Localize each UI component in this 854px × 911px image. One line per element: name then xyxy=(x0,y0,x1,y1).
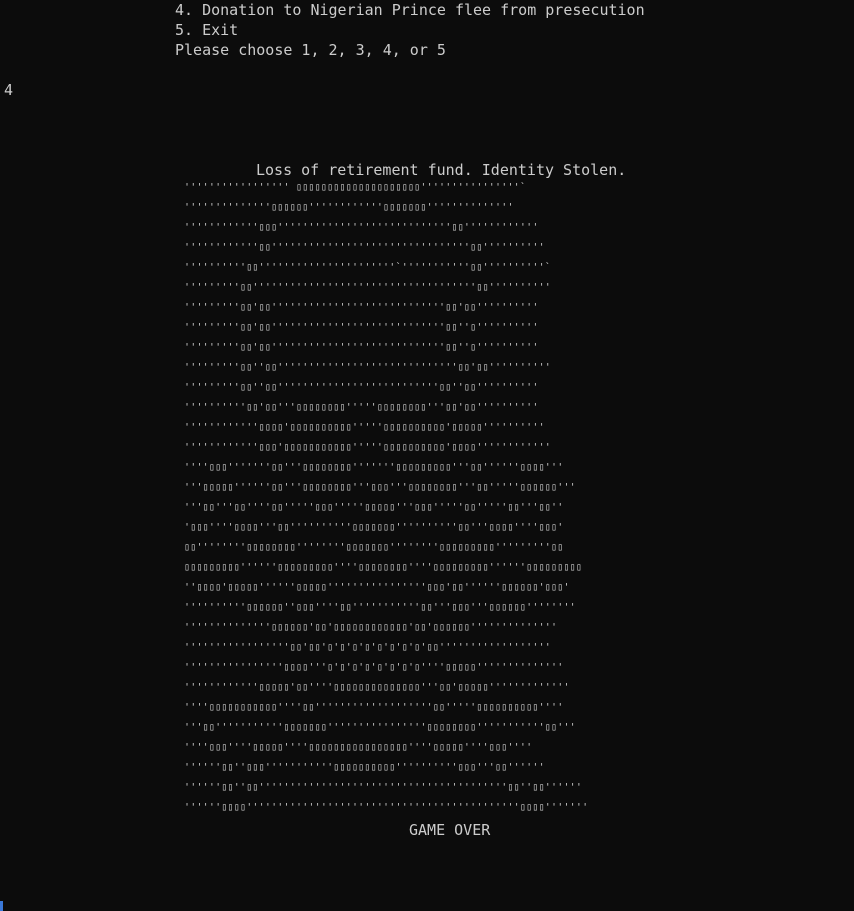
menu-option-4: 4. Donation to Nigerian Prince flee from… xyxy=(175,1,645,19)
ascii-art-row: ''''''''''▯▯''''''''''''''''''''''`'''''… xyxy=(184,262,552,273)
ascii-art-row: ''''''''''''▯▯▯'▯▯▯▯▯▯▯▯▯▯▯'''''▯▯▯▯▯▯▯▯… xyxy=(184,442,552,453)
result-message: Loss of retirement fund. Identity Stolen… xyxy=(256,161,627,179)
ascii-art-row: '''''''''▯▯'▯▯''''''''''''''''''''''''''… xyxy=(184,342,539,353)
ascii-art-row: '''''''''▯▯'▯▯''''''''''''''''''''''''''… xyxy=(184,302,539,313)
ascii-art-row: ''''''▯▯''▯▯▯'''''''''''▯▯▯▯▯▯▯▯▯▯''''''… xyxy=(184,762,545,773)
ascii-art-row: '▯▯▯''''▯▯▯▯'''▯▯''''''''''▯▯▯▯▯▯▯''''''… xyxy=(184,522,564,533)
choice-prompt: Please choose 1, 2, 3, 4, or 5 xyxy=(175,41,446,59)
ascii-art-row: '''''''''''''''''▯▯'▯▯'▯'▯'▯'▯'▯'▯'▯'▯'▯… xyxy=(184,642,552,653)
ascii-art-row: ''''▯▯▯▯▯▯▯▯▯▯▯''''▯▯'''''''''''''''''''… xyxy=(184,702,564,713)
ascii-art-row: '''▯▯'''▯▯''''▯▯'''''▯▯▯'''''▯▯▯▯▯'''▯▯▯… xyxy=(184,502,564,513)
ascii-art-row: ''''''''''''''''' ▯▯▯▯▯▯▯▯▯▯▯▯▯▯▯▯▯▯▯▯''… xyxy=(184,182,527,193)
text-cursor xyxy=(0,901,3,911)
ascii-art-row: ''''''''''''▯▯▯▯'▯▯▯▯▯▯▯▯▯▯'''''▯▯▯▯▯▯▯▯… xyxy=(184,422,545,433)
ascii-art-row: ''''''''''''''''▯▯▯▯'''▯'▯'▯'▯'▯'▯'▯'▯''… xyxy=(184,662,564,673)
ascii-art-row: ▯▯''''''''▯▯▯▯▯▯▯▯''''''''▯▯▯▯▯▯▯'''''''… xyxy=(184,542,564,553)
ascii-art-row: '''▯▯▯▯▯''''''▯▯'''▯▯▯▯▯▯▯▯'''▯▯▯'''▯▯▯▯… xyxy=(184,482,576,493)
ascii-art-row: ''''''▯▯''▯▯''''''''''''''''''''''''''''… xyxy=(184,782,583,793)
ascii-art-row: ''''''''''▯▯▯▯▯▯''▯▯▯''''▯▯'''''''''''▯▯… xyxy=(184,602,576,613)
game-over-text: GAME OVER xyxy=(409,821,491,839)
ascii-art-row: ''''''''''▯▯'▯▯'''▯▯▯▯▯▯▯▯'''''▯▯▯▯▯▯▯▯'… xyxy=(184,402,539,413)
menu-option-5: 5. Exit xyxy=(175,21,239,39)
ascii-art-row: ''''''''''''''▯▯▯▯▯▯'▯▯'▯▯▯▯▯▯▯▯▯▯▯▯'▯▯'… xyxy=(184,622,558,633)
ascii-art-row: '''''''''▯▯'▯▯''''''''''''''''''''''''''… xyxy=(184,322,539,333)
ascii-art-row: ''''''''''''▯▯▯▯▯'▯▯''''▯▯▯▯▯▯▯▯▯▯▯▯▯▯''… xyxy=(184,682,570,693)
console-window: 4. Donation to Nigerian Prince flee from… xyxy=(0,0,854,911)
ascii-art-row: ''''''''''''▯▯''''''''''''''''''''''''''… xyxy=(184,242,545,253)
ascii-art-row: ''▯▯▯▯'▯▯▯▯▯''''''▯▯▯▯▯''''''''''''''''▯… xyxy=(184,582,570,593)
ascii-art-row: ''''▯▯▯''''▯▯▯▯▯''''▯▯▯▯▯▯▯▯▯▯▯▯▯▯▯▯''''… xyxy=(184,742,533,753)
ascii-art-row: ''''▯▯▯'''''''▯▯'''▯▯▯▯▯▯▯▯'''''''▯▯▯▯▯▯… xyxy=(184,462,564,473)
ascii-art-row: '''▯▯'''''''''''▯▯▯▯▯▯▯''''''''''''''''▯… xyxy=(184,722,576,733)
ascii-art-skull: ''''''''''''''''' ▯▯▯▯▯▯▯▯▯▯▯▯▯▯▯▯▯▯▯▯''… xyxy=(184,178,716,818)
ascii-art-row: ''''''▯▯▯▯''''''''''''''''''''''''''''''… xyxy=(184,802,589,813)
ascii-art-row: ▯▯▯▯▯▯▯▯▯''''''▯▯▯▯▯▯▯▯▯''''▯▯▯▯▯▯▯▯''''… xyxy=(184,562,583,573)
ascii-art-row: '''''''''▯▯''▯▯'''''''''''''''''''''''''… xyxy=(184,382,539,393)
ascii-art-row: ''''''''''''▯▯▯'''''''''''''''''''''''''… xyxy=(184,222,539,233)
ascii-art-row: '''''''''▯▯'''''''''''''''''''''''''''''… xyxy=(184,282,552,293)
ascii-art-row: '''''''''▯▯''▯▯'''''''''''''''''''''''''… xyxy=(184,362,552,373)
user-input-echo: 4 xyxy=(4,81,14,99)
ascii-art-row: ''''''''''''''▯▯▯▯▯▯''''''''''''▯▯▯▯▯▯▯'… xyxy=(184,202,514,213)
